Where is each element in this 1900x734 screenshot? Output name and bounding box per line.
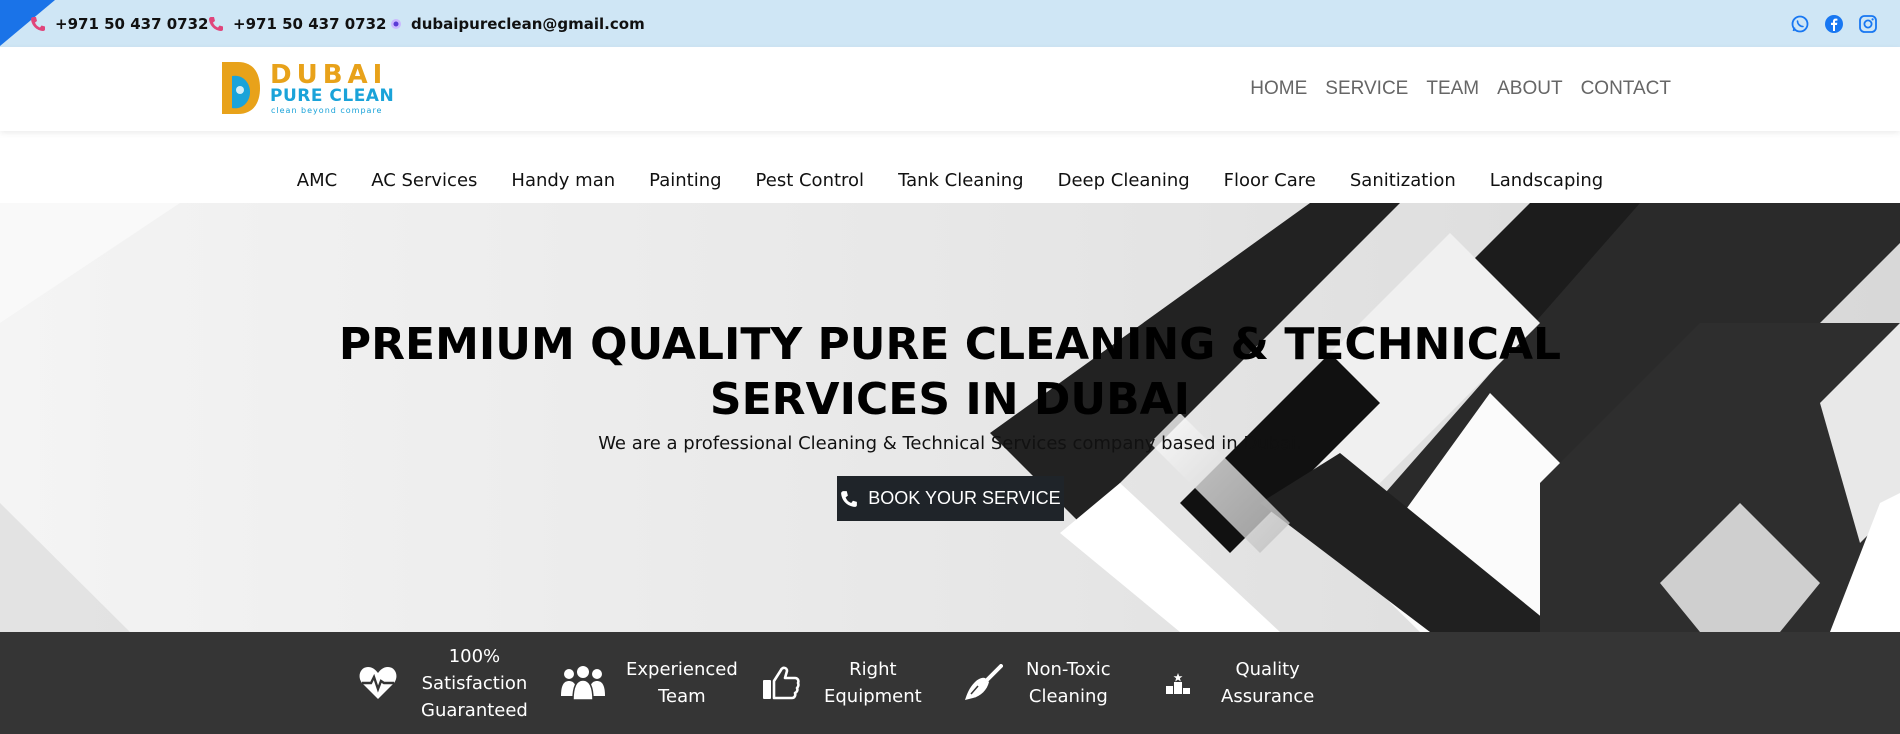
feature-label: Quality Assurance — [1221, 659, 1315, 707]
phone-link-2[interactable]: +971 50 437 0732 — [208, 0, 386, 47]
service-nav: AMC AC Services Handy man Painting Pest … — [0, 160, 1900, 200]
team-icon — [560, 660, 606, 706]
nav-team[interactable]: TEAM — [1426, 78, 1479, 100]
nav-contact[interactable]: CONTACT — [1581, 78, 1671, 100]
service-nav-tank-cleaning[interactable]: Tank Cleaning — [898, 170, 1024, 191]
logo-word-dubai: DUBAI — [270, 60, 388, 90]
logo-mark-icon — [222, 62, 260, 114]
features-strip: 100% Satisfaction Guaranteed Experienced… — [0, 632, 1900, 734]
service-nav-handy-man[interactable]: Handy man — [511, 170, 615, 191]
feature-label: 100% Satisfaction Guaranteed — [421, 645, 528, 721]
feature-item: Quality Assurance — [1155, 632, 1314, 734]
email-link[interactable]: dubaipureclean@gmail.com — [390, 0, 645, 47]
feature-label: Right Equipment — [824, 659, 922, 707]
service-nav-pest-control[interactable]: Pest Control — [756, 170, 865, 191]
site-header: DUBAI PURE CLEAN clean beyond compare HO… — [0, 47, 1900, 131]
phone-number-2: +971 50 437 0732 — [233, 14, 387, 33]
service-nav-painting[interactable]: Painting — [649, 170, 721, 191]
phone-icon — [209, 16, 223, 31]
feature-item: 100% Satisfaction Guaranteed — [355, 632, 528, 734]
service-nav-landscaping[interactable]: Landscaping — [1490, 170, 1603, 191]
logo-word-pure-clean: PURE CLEAN — [270, 86, 395, 106]
top-contact-bar: +971 50 437 0732 +971 50 437 0732 dubaip… — [0, 0, 1900, 47]
email-address: dubaipureclean@gmail.com — [411, 14, 645, 33]
email-icon — [391, 18, 401, 29]
site-logo[interactable]: DUBAI PURE CLEAN clean beyond compare — [220, 60, 400, 118]
hero-subtitle: We are a professional Cleaning & Technic… — [598, 433, 1302, 454]
phone-icon — [31, 16, 45, 31]
podium-star-icon — [1155, 660, 1201, 706]
phone-link-1[interactable]: +971 50 437 0732 — [30, 0, 208, 47]
feature-label: Non-Toxic Cleaning — [1026, 659, 1111, 707]
service-nav-amc[interactable]: AMC — [297, 170, 337, 191]
thumbs-up-icon — [758, 660, 804, 706]
hero-banner: PREMIUM QUALITY PURE CLEANING & TECHNICA… — [0, 203, 1900, 632]
instagram-icon[interactable] — [1858, 14, 1878, 34]
feature-item: Non-Toxic Cleaning — [960, 632, 1111, 734]
service-nav-ac-services[interactable]: AC Services — [371, 170, 477, 191]
book-service-label: BOOK YOUR SERVICE — [868, 488, 1061, 508]
phone-icon — [841, 490, 858, 507]
heart-pulse-icon — [355, 660, 401, 706]
broom-icon — [960, 660, 1006, 706]
feature-item: Experienced Team — [560, 632, 738, 734]
service-nav-sanitization[interactable]: Sanitization — [1350, 170, 1456, 191]
nav-about[interactable]: ABOUT — [1497, 78, 1562, 100]
nav-service[interactable]: SERVICE — [1325, 78, 1408, 100]
phone-number-1: +971 50 437 0732 — [55, 14, 209, 33]
whatsapp-icon[interactable] — [1790, 14, 1810, 34]
nav-home[interactable]: HOME — [1250, 78, 1307, 100]
service-nav-deep-cleaning[interactable]: Deep Cleaning — [1058, 170, 1190, 191]
service-nav-floor-care[interactable]: Floor Care — [1224, 170, 1316, 191]
feature-label: Experienced Team — [626, 659, 738, 707]
facebook-icon[interactable] — [1824, 14, 1844, 34]
feature-item: Right Equipment — [758, 632, 922, 734]
main-nav: HOME SERVICE TEAM ABOUT CONTACT — [1250, 47, 1671, 131]
logo-tagline: clean beyond compare — [271, 106, 383, 115]
social-links — [1790, 0, 1878, 47]
hero-title: PREMIUM QUALITY PURE CLEANING & TECHNICA… — [338, 319, 1562, 425]
book-service-button[interactable]: BOOK YOUR SERVICE — [837, 476, 1064, 521]
